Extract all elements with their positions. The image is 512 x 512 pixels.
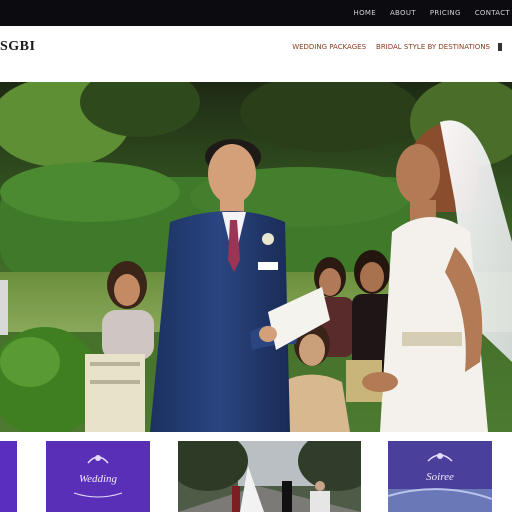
top-links: HOME ABOUT PRICING CONTACT bbox=[354, 0, 512, 26]
thumbnail-strip: Wedding Soiree bbox=[0, 432, 512, 512]
site-header: SGBI WEDDING PACKAGES BRIDAL STYLE BY DE… bbox=[0, 26, 512, 82]
top-link-pricing[interactable]: PRICING bbox=[430, 9, 461, 17]
thumbnail-label-2: Wedding bbox=[78, 473, 118, 485]
top-link-about[interactable]: ABOUT bbox=[390, 9, 416, 17]
thumbnail-card-3[interactable] bbox=[178, 441, 361, 512]
thumbnail-card-1[interactable] bbox=[0, 441, 17, 512]
hero-illustration bbox=[0, 82, 512, 432]
top-link-home[interactable]: HOME bbox=[354, 9, 376, 17]
thumbnail-card-2[interactable]: Wedding bbox=[46, 441, 150, 512]
nav-item-wedding-packages[interactable]: WEDDING PACKAGES bbox=[292, 43, 366, 51]
top-bar: HOME ABOUT PRICING CONTACT bbox=[0, 0, 512, 26]
thumbnail-label-4: Soiree bbox=[426, 471, 454, 483]
site-logo[interactable]: SGBI bbox=[0, 39, 35, 55]
thumbnail-card-4[interactable]: Soiree bbox=[388, 441, 492, 512]
thumbnail-photo-3 bbox=[178, 441, 361, 512]
main-nav: WEDDING PACKAGES BRIDAL STYLE BY DESTINA… bbox=[282, 43, 502, 51]
nav-item-bridal-style[interactable]: BRIDAL STYLE BY DESTINATIONS bbox=[376, 43, 490, 51]
hero-image bbox=[0, 82, 512, 432]
nav-menu-icon[interactable] bbox=[498, 43, 502, 51]
top-link-contact[interactable]: CONTACT bbox=[475, 9, 510, 17]
